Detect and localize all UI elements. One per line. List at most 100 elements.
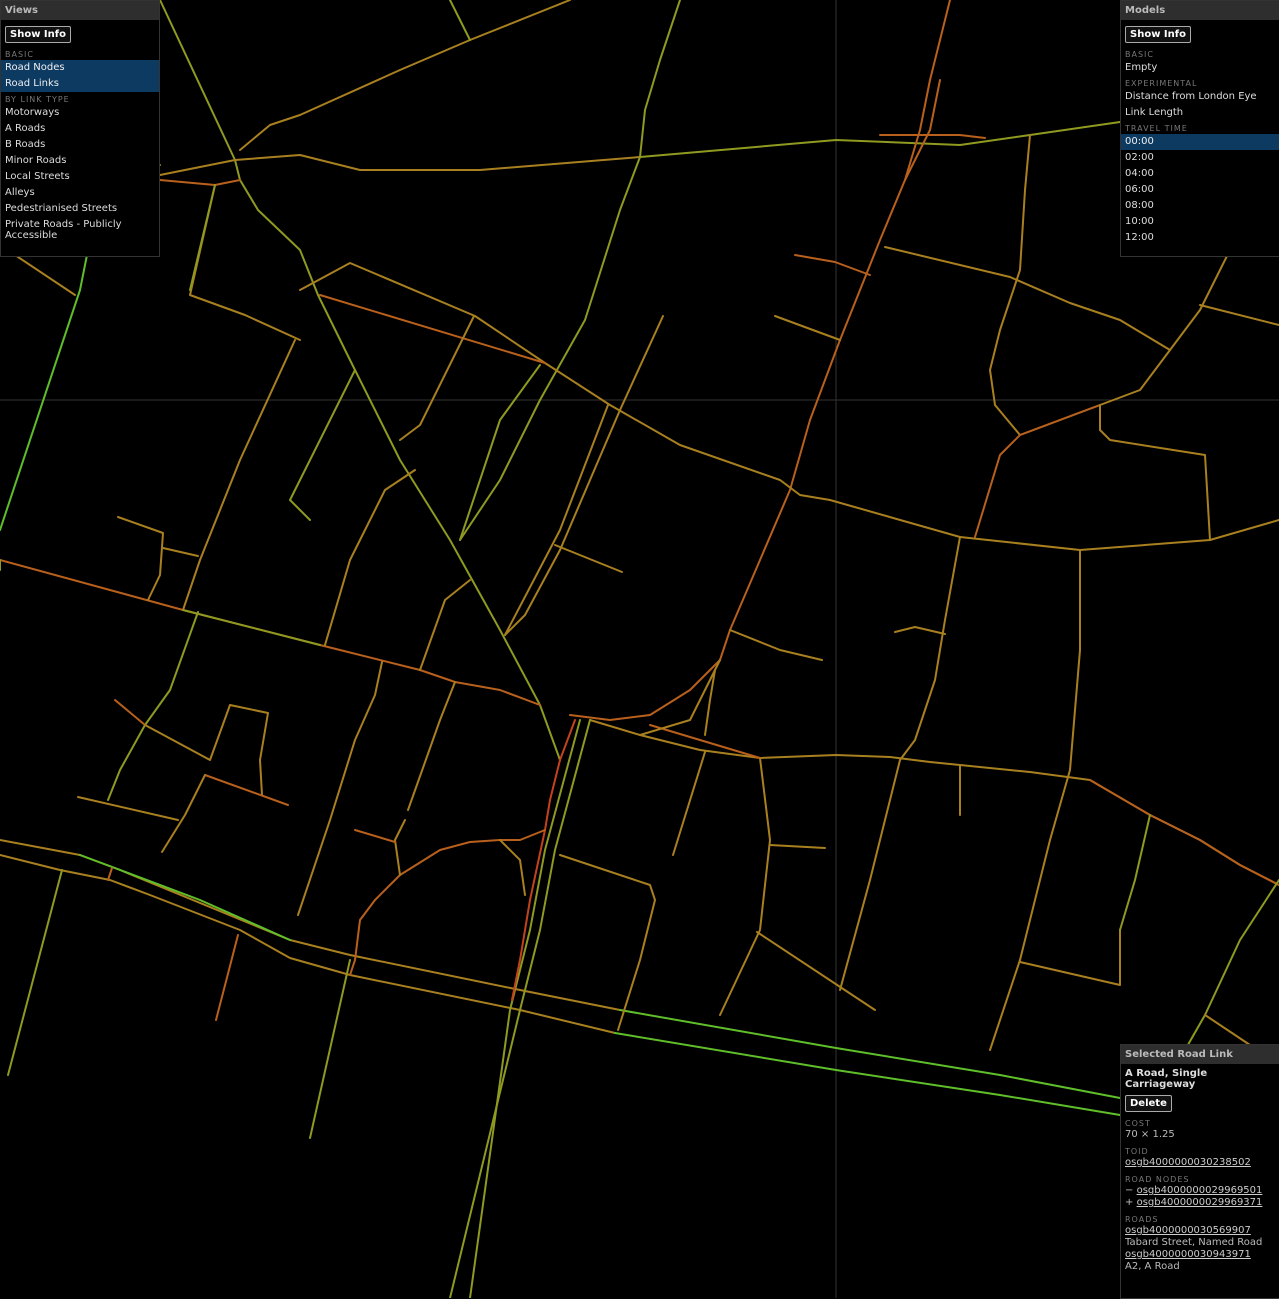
travel-time-0800[interactable]: 08:00 [1121,198,1279,214]
road-link[interactable] [989,549,1081,1051]
road-link[interactable] [794,254,871,276]
road-link[interactable] [459,156,641,541]
road-link[interactable] [182,339,296,611]
road-link[interactable] [77,796,179,821]
road-link[interactable] [114,699,146,726]
road-link[interactable] [407,681,456,811]
view-minor-roads[interactable]: Minor Roads [1,153,159,169]
road-link[interactable] [297,661,383,916]
road-link[interactable] [1184,879,1279,1051]
road-link[interactable] [0,239,91,531]
road-link[interactable] [107,867,113,881]
road-link[interactable] [449,719,591,1298]
model-link-length[interactable]: Link Length [1121,105,1279,121]
road-link[interactable] [719,757,771,1016]
road-link[interactable] [559,854,656,1031]
road-links[interactable] [0,0,1279,1298]
road-link[interactable] [7,869,63,1076]
travel-time-1000[interactable]: 10:00 [1121,214,1279,230]
models-show-info-button[interactable]: Show Info [1125,26,1191,43]
road-link[interactable] [459,364,541,541]
view-private-roads[interactable]: Private Roads - Publicly Accessible [1,217,159,243]
road-link[interactable] [504,315,664,636]
views-show-info-button[interactable]: Show Info [5,26,71,43]
node-minus-link[interactable]: osgb4000000029969501 [1137,1185,1263,1196]
models-experimental-heading: EXPERIMENTAL [1125,79,1198,88]
road1-link[interactable]: osgb4000000030569907 [1125,1225,1251,1236]
road-link[interactable] [159,0,561,761]
road-link[interactable] [469,719,581,1298]
view-a-roads[interactable]: A Roads [1,121,159,137]
road-link[interactable] [499,839,526,896]
cost-heading: COST [1125,1119,1151,1128]
view-b-roads[interactable]: B Roads [1,137,159,153]
road-link[interactable] [974,404,1101,538]
delete-button[interactable]: Delete [1125,1095,1172,1112]
road-link[interactable] [449,0,471,41]
view-pedestrianised-streets[interactable]: Pedestrianised Streets [1,201,159,217]
models-panel-title: Models [1121,1,1279,20]
road-link[interactable] [354,829,396,843]
road-link[interactable] [1204,1014,1251,1046]
road-link[interactable] [774,315,841,341]
road-link[interactable] [299,262,1279,551]
road-link[interactable] [189,184,216,291]
road-link[interactable] [729,629,823,661]
road-link[interactable] [589,719,1279,886]
road-link[interactable] [672,751,706,856]
road-link[interactable] [204,774,289,806]
toid-heading: TOID [1125,1147,1149,1156]
view-motorways[interactable]: Motorways [1,105,159,121]
model-distance-london-eye[interactable]: Distance from London Eye [1121,89,1279,105]
models-travel-time-heading: TRAVEL TIME [1125,124,1188,133]
road-link[interactable] [639,0,681,158]
road-link[interactable] [1119,814,1151,931]
view-alleys[interactable]: Alleys [1,185,159,201]
road-link[interactable] [319,294,546,364]
view-road-links[interactable]: Road Links [1,76,159,92]
toid-link[interactable]: osgb4000000030238502 [1125,1157,1251,1168]
road-link[interactable] [614,1032,1121,1116]
road-link[interactable] [117,516,164,601]
road-link[interactable] [756,931,876,1011]
travel-time-0600[interactable]: 06:00 [1121,182,1279,198]
road-link[interactable] [1099,404,1211,541]
road-link[interactable] [189,184,301,341]
road-link[interactable] [419,579,471,671]
road-link[interactable] [161,774,206,853]
node-plus-link[interactable]: osgb4000000029969371 [1137,1197,1263,1208]
road-link[interactable] [182,609,321,646]
view-road-nodes[interactable]: Road Nodes [1,60,159,76]
road-link[interactable] [289,369,356,521]
cost-value: 70 × 1.25 [1125,1129,1175,1140]
road-link[interactable] [144,704,269,796]
road2-link[interactable]: osgb4000000030943971 [1125,1249,1251,1260]
travel-time-0200[interactable]: 02:00 [1121,150,1279,166]
model-empty[interactable]: Empty [1121,60,1279,76]
road-link[interactable] [1089,779,1279,886]
road-link[interactable] [215,934,239,1021]
road-link[interactable] [349,829,546,976]
road-link[interactable] [159,179,241,186]
view-local-streets[interactable]: Local Streets [1,169,159,185]
views-link-type-heading: BY LINK TYPE [5,95,70,104]
travel-time-0400[interactable]: 04:00 [1121,166,1279,182]
road-link[interactable] [1019,929,1121,986]
road-link[interactable] [554,544,623,573]
road-link[interactable] [879,134,986,139]
road-link[interactable] [309,959,351,1139]
road-link[interactable] [569,0,951,721]
road-link[interactable] [1199,304,1279,326]
road-link[interactable] [239,0,571,151]
road-link[interactable] [394,819,406,876]
road-link[interactable] [619,1009,1121,1099]
travel-time-1200[interactable]: 12:00 [1121,230,1279,246]
road-link[interactable] [399,315,475,441]
road-link[interactable] [769,844,826,849]
node-plus-sign: + [1125,1197,1134,1208]
road-link[interactable] [162,547,199,557]
road-network-map[interactable] [0,0,1279,1298]
travel-time-0000[interactable]: 00:00 [1121,134,1279,150]
road-link[interactable] [324,469,416,646]
road-link[interactable] [894,626,946,635]
